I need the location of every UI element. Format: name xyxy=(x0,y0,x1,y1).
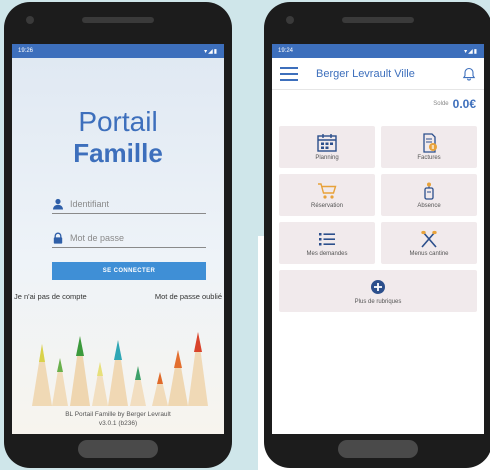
status-icons: ▾◢▮ xyxy=(204,48,218,55)
cutlery-icon xyxy=(421,230,437,248)
tile-label: Planning xyxy=(315,155,339,161)
tile-label: Plus de rubriques xyxy=(354,299,402,305)
status-bar: 19:24 ▾◢▮ xyxy=(272,44,484,58)
brand-portail: Portail xyxy=(78,106,158,137)
speaker-grille xyxy=(82,17,154,23)
status-icons: ▾◢▮ xyxy=(464,48,478,55)
cart-icon xyxy=(318,183,337,199)
tile-absence[interactable]: Absence xyxy=(381,174,477,216)
list-icon xyxy=(319,233,335,246)
status-time: 19:26 xyxy=(18,48,34,54)
connect-button[interactable]: SE CONNECTER xyxy=(52,262,206,280)
phone-dashboard: 19:24 ▾◢▮ Berger Levrault Ville Solde 0.… xyxy=(264,2,490,468)
camera-dot xyxy=(286,16,294,24)
username-input[interactable] xyxy=(70,198,200,209)
tile-mes-demandes[interactable]: Mes demandes xyxy=(279,222,375,264)
app-title: Berger Levrault Ville xyxy=(316,67,415,80)
phone-login: 19:26 ▾◢▮ Portail Famille SE CONNECTER J… xyxy=(4,2,232,468)
menu-grid: Planning Factures Réservation Absence Me… xyxy=(279,126,477,312)
tile-label: Menus cantine xyxy=(409,251,449,257)
dashboard-screen: 19:24 ▾◢▮ Berger Levrault Ville Solde 0.… xyxy=(272,44,484,434)
login-links: Je n'ai pas de compte Mot de passe oubli… xyxy=(12,292,224,301)
app-footer: BL Portail Famille by Berger Levrault v3… xyxy=(12,410,224,428)
hamburger-menu-icon[interactable] xyxy=(280,66,298,81)
user-icon xyxy=(52,198,64,210)
tile-label: Mes demandes xyxy=(306,251,348,257)
balance-row: Solde 0.0€ xyxy=(272,90,484,118)
balance-label: Solde xyxy=(433,101,449,107)
login-screen: 19:26 ▾◢▮ Portail Famille SE CONNECTER J… xyxy=(12,44,224,434)
tile-menus-cantine[interactable]: Menus cantine xyxy=(381,222,477,264)
calendar-icon xyxy=(317,134,337,152)
brand-famille: Famille xyxy=(73,138,163,168)
camera-dot xyxy=(26,16,34,24)
password-input[interactable] xyxy=(70,232,200,243)
notification-bell-icon[interactable] xyxy=(462,67,476,81)
tile-factures[interactable]: Factures xyxy=(381,126,477,168)
invoice-icon xyxy=(423,133,437,153)
tile-planning[interactable]: Planning xyxy=(279,126,375,168)
speaker-grille xyxy=(342,17,414,23)
lock-icon xyxy=(52,232,64,244)
tile-label: Factures xyxy=(417,155,441,161)
username-field[interactable] xyxy=(52,194,206,214)
tile-more-sections[interactable]: Plus de rubriques xyxy=(279,270,477,312)
footer-version: v3.0.1 (b236) xyxy=(98,420,138,427)
home-button[interactable] xyxy=(78,440,158,458)
forgot-password-link[interactable]: Mot de passe oublié xyxy=(155,292,222,301)
tile-label: Réservation xyxy=(310,203,343,209)
footer-title: BL Portail Famille by Berger Levrault xyxy=(65,411,171,418)
status-time: 19:24 xyxy=(278,48,294,54)
plus-circle-icon xyxy=(371,280,385,294)
password-field[interactable] xyxy=(52,228,206,248)
app-bar: Berger Levrault Ville xyxy=(272,58,484,90)
tile-reservation[interactable]: Réservation xyxy=(279,174,375,216)
balance-value: 0.0€ xyxy=(452,97,476,111)
home-button[interactable] xyxy=(338,440,418,458)
status-bar: 19:26 ▾◢▮ xyxy=(12,44,224,58)
tile-label: Absence xyxy=(417,203,441,209)
no-account-link[interactable]: Je n'ai pas de compte xyxy=(14,292,87,301)
colored-pencils-illustration xyxy=(32,332,208,406)
absence-icon xyxy=(424,182,434,200)
